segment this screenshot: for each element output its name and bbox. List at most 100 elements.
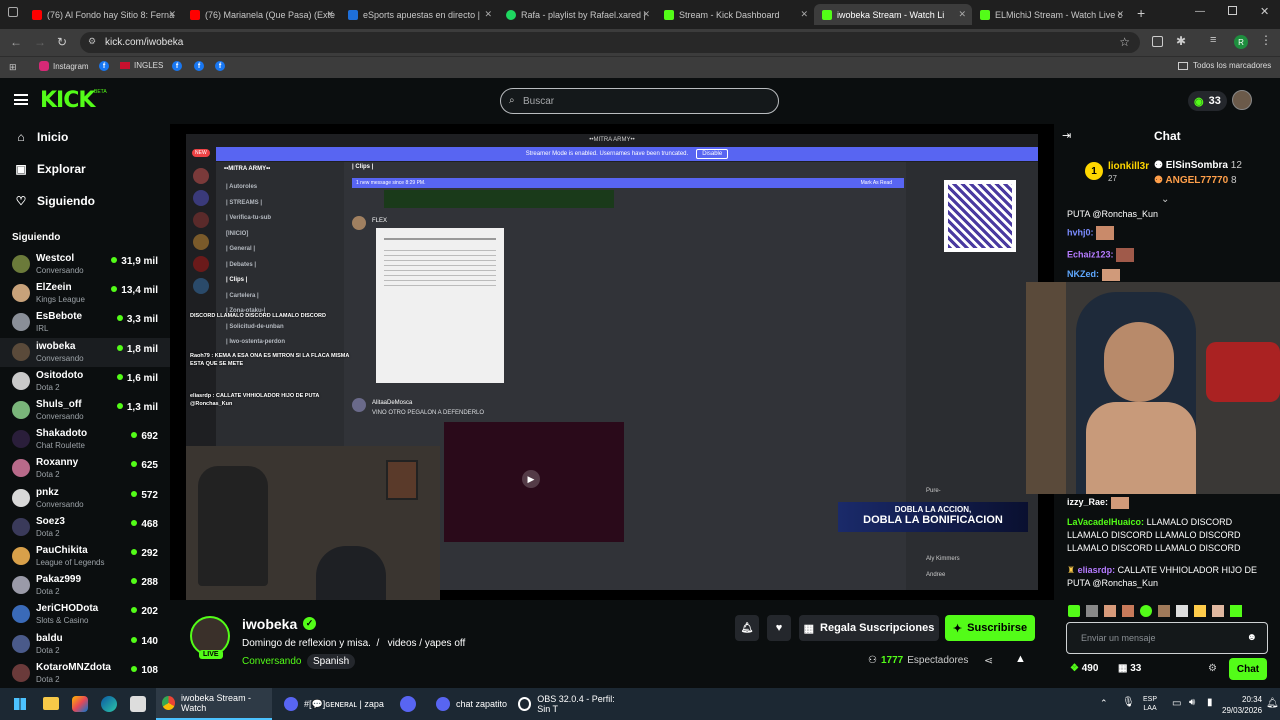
back-icon[interactable]: ← <box>10 35 22 49</box>
close-icon[interactable]: ✕ <box>326 9 334 20</box>
taskbar-chat-zapatito[interactable]: chat zapatito <box>430 688 510 720</box>
following-channel-soez3[interactable]: Soez3 Dota 2 468 <box>0 513 170 542</box>
language-indicator[interactable]: ESP LAA <box>1143 695 1157 713</box>
following-channel-jerichodota[interactable]: JeriCHODota Slots & Casino 202 <box>0 600 170 629</box>
minimize-icon[interactable]: — <box>1195 6 1205 17</box>
bell-icon[interactable]: 🔔︎ <box>735 615 759 641</box>
chevron-down-icon[interactable]: ⌄ <box>1161 194 1169 205</box>
language-tag[interactable]: Spanish <box>307 654 356 669</box>
following-channel-westcol[interactable]: Westcol Conversando 31,9 mil <box>0 250 170 279</box>
taskbar-chrome[interactable]: iwobeka Stream - Watch <box>156 688 272 720</box>
emote-icon[interactable] <box>1140 605 1152 617</box>
media-control-icon[interactable]: ≡ <box>1210 34 1216 46</box>
window-close-icon[interactable]: ✕ <box>1260 5 1269 18</box>
taskbar-obs[interactable]: OBS 32.0.4 - Perfil: Sin T <box>512 688 630 720</box>
leaderboard-user[interactable]: ⚉ ElSinSombra 12 <box>1154 160 1242 171</box>
nav-explorar[interactable]: ▣ Explorar <box>15 162 85 176</box>
following-channel-baldu[interactable]: baldu Dota 2 140 <box>0 630 170 659</box>
emote-icon[interactable] <box>1176 605 1188 617</box>
close-icon[interactable]: ✕ <box>168 9 176 20</box>
close-icon[interactable]: ✕ <box>800 9 808 20</box>
windows-start-icon[interactable] <box>14 698 26 710</box>
address-bar[interactable]: ⚙ kick.com/iwobeka ☆ <box>80 32 1140 53</box>
emote-icon[interactable] <box>1104 605 1116 617</box>
video-player[interactable]: ••MITRA ARMY•• Streamer Mode is enabled.… <box>170 124 1054 600</box>
new-tab-icon[interactable]: + <box>1137 5 1145 21</box>
cast-icon[interactable] <box>1152 36 1163 47</box>
forward-icon[interactable]: → <box>34 35 46 49</box>
send-chat-button[interactable]: Chat <box>1229 658 1267 680</box>
close-icon[interactable]: ✕ <box>642 9 650 20</box>
leaderboard-user[interactable]: lionkill3r <box>1108 161 1149 172</box>
bookmark-facebook[interactable]: f <box>172 61 186 71</box>
battery-icon[interactable]: ▮ <box>1207 697 1213 708</box>
hamburger-menu-icon[interactable] <box>14 94 28 105</box>
browser-tab[interactable]: eSports apuestas en directo | ✕ <box>340 4 498 25</box>
emote-icon[interactable] <box>1212 605 1224 617</box>
extensions-icon[interactable]: ✱ <box>1176 34 1186 48</box>
streamer-name[interactable]: iwobeka <box>242 616 297 632</box>
copilot-icon[interactable] <box>72 696 88 712</box>
share-icon[interactable]: ⋖ <box>984 654 993 667</box>
bookmark-ingles[interactable]: INGLES <box>120 61 163 70</box>
browser-tab[interactable]: Rafa - playlist by Rafael.xared | ✕ <box>498 4 656 25</box>
menu-icon[interactable]: ⋮ <box>1260 33 1272 47</box>
emote-icon[interactable] <box>1122 605 1134 617</box>
gift-subs-button[interactable]: ▦ Regala Suscripciones <box>799 615 939 641</box>
collapse-chat-icon[interactable]: ⇥ <box>1062 129 1071 142</box>
emote-icon[interactable] <box>1230 605 1242 617</box>
browser-tab[interactable]: (76) Al Fondo hay Sitio 8: Ferna ✕ <box>24 4 182 25</box>
bookmark-facebook[interactable]: f <box>215 61 229 71</box>
network-icon[interactable]: ▭ <box>1172 698 1181 709</box>
site-info-icon[interactable]: ⚙ <box>88 36 96 47</box>
quick-emotes[interactable] <box>1068 604 1274 618</box>
browser-tab[interactable]: ELMichiJ Stream - Watch Live c ✕ <box>972 4 1130 25</box>
follow-heart-button[interactable]: ♥ <box>767 615 791 641</box>
kick-logo[interactable]: KICK <box>40 88 95 113</box>
emote-icon[interactable] <box>1068 605 1080 617</box>
browser-tab[interactable]: Stream - Kick Dashboard ✕ <box>656 4 814 25</box>
apps-icon[interactable]: ⊞ <box>9 62 17 73</box>
following-channel-iwobeka[interactable]: iwobeka Conversando 1,8 mil <box>0 337 170 367</box>
close-icon[interactable]: ✕ <box>1116 9 1124 20</box>
bookmark-facebook[interactable]: f <box>99 61 113 71</box>
bookmark-instagram[interactable]: Instagram <box>39 61 89 71</box>
clock[interactable]: 20:34 29/03/2026 <box>1222 694 1262 716</box>
following-channel-shakadoto[interactable]: Shakadoto Chat Roulette 692 <box>0 425 170 454</box>
browser-tab[interactable]: (76) Marianela (Que Pasa) (Exte ✕ <box>182 4 340 25</box>
store-icon[interactable] <box>130 696 146 712</box>
following-channel-pnkz[interactable]: pnkz Conversando 572 <box>0 484 170 513</box>
tab-list-icon[interactable] <box>8 7 18 17</box>
chat-settings-icon[interactable]: ⚙ <box>1208 663 1217 674</box>
browser-tab-active[interactable]: iwobeka Stream - Watch Li ✕ <box>814 4 972 25</box>
close-icon[interactable]: ✕ <box>484 9 492 20</box>
emote-icon[interactable] <box>1158 605 1170 617</box>
channel-points[interactable]: ❖ 490 <box>1070 663 1098 674</box>
edge-icon[interactable] <box>101 696 117 712</box>
following-channel-elzeein[interactable]: ElZeein Kings League 13,4 mil <box>0 279 170 308</box>
leaderboard-user[interactable]: ⚉ ANGEL77770 8 <box>1154 175 1237 186</box>
following-channel-esbebote[interactable]: EsBebote IRL 3,3 mil <box>0 308 170 337</box>
bookmark-facebook[interactable]: f <box>194 61 208 71</box>
taskbar-discord[interactable]: #[💬]ɢᴇɴᴇʀᴀʟ | zapa <box>278 688 394 720</box>
following-channel-kotaromnzdota[interactable]: KotaroMNZdota Dota 2 108 <box>0 659 170 688</box>
report-icon[interactable]: ▲ <box>1015 653 1026 665</box>
reload-icon[interactable]: ↻ <box>57 35 67 49</box>
kick-coins[interactable]: ◉ 33 <box>1188 91 1227 111</box>
all-bookmarks[interactable]: Todos los marcadores <box>1178 61 1271 70</box>
discord-ptb-icon[interactable] <box>400 696 416 712</box>
bookmark-star-icon[interactable]: ☆ <box>1119 35 1130 49</box>
tray-chevron-icon[interactable]: ⌃ <box>1100 698 1108 709</box>
emote-icon[interactable] <box>1194 605 1206 617</box>
nav-siguiendo[interactable]: ♡ Siguiendo <box>15 194 95 208</box>
volume-icon[interactable]: 🔊︎ <box>1189 697 1195 708</box>
file-explorer-icon[interactable] <box>43 697 59 710</box>
emote-icon[interactable] <box>1086 605 1098 617</box>
following-channel-shuls_off[interactable]: Shuls_off Conversando 1,3 mil <box>0 396 170 425</box>
microphone-icon[interactable]: 🎙︎ <box>1122 697 1135 708</box>
user-avatar[interactable] <box>1232 90 1252 110</box>
chat-input[interactable]: Enviar un mensaje ☻ <box>1066 622 1268 654</box>
following-channel-pauchikita[interactable]: PauChikita League of Legends 292 <box>0 542 170 571</box>
notification-bell-icon[interactable]: 🔔︎ <box>1266 698 1279 709</box>
following-channel-ositodoto[interactable]: Ositodoto Dota 2 1,6 mil <box>0 367 170 396</box>
